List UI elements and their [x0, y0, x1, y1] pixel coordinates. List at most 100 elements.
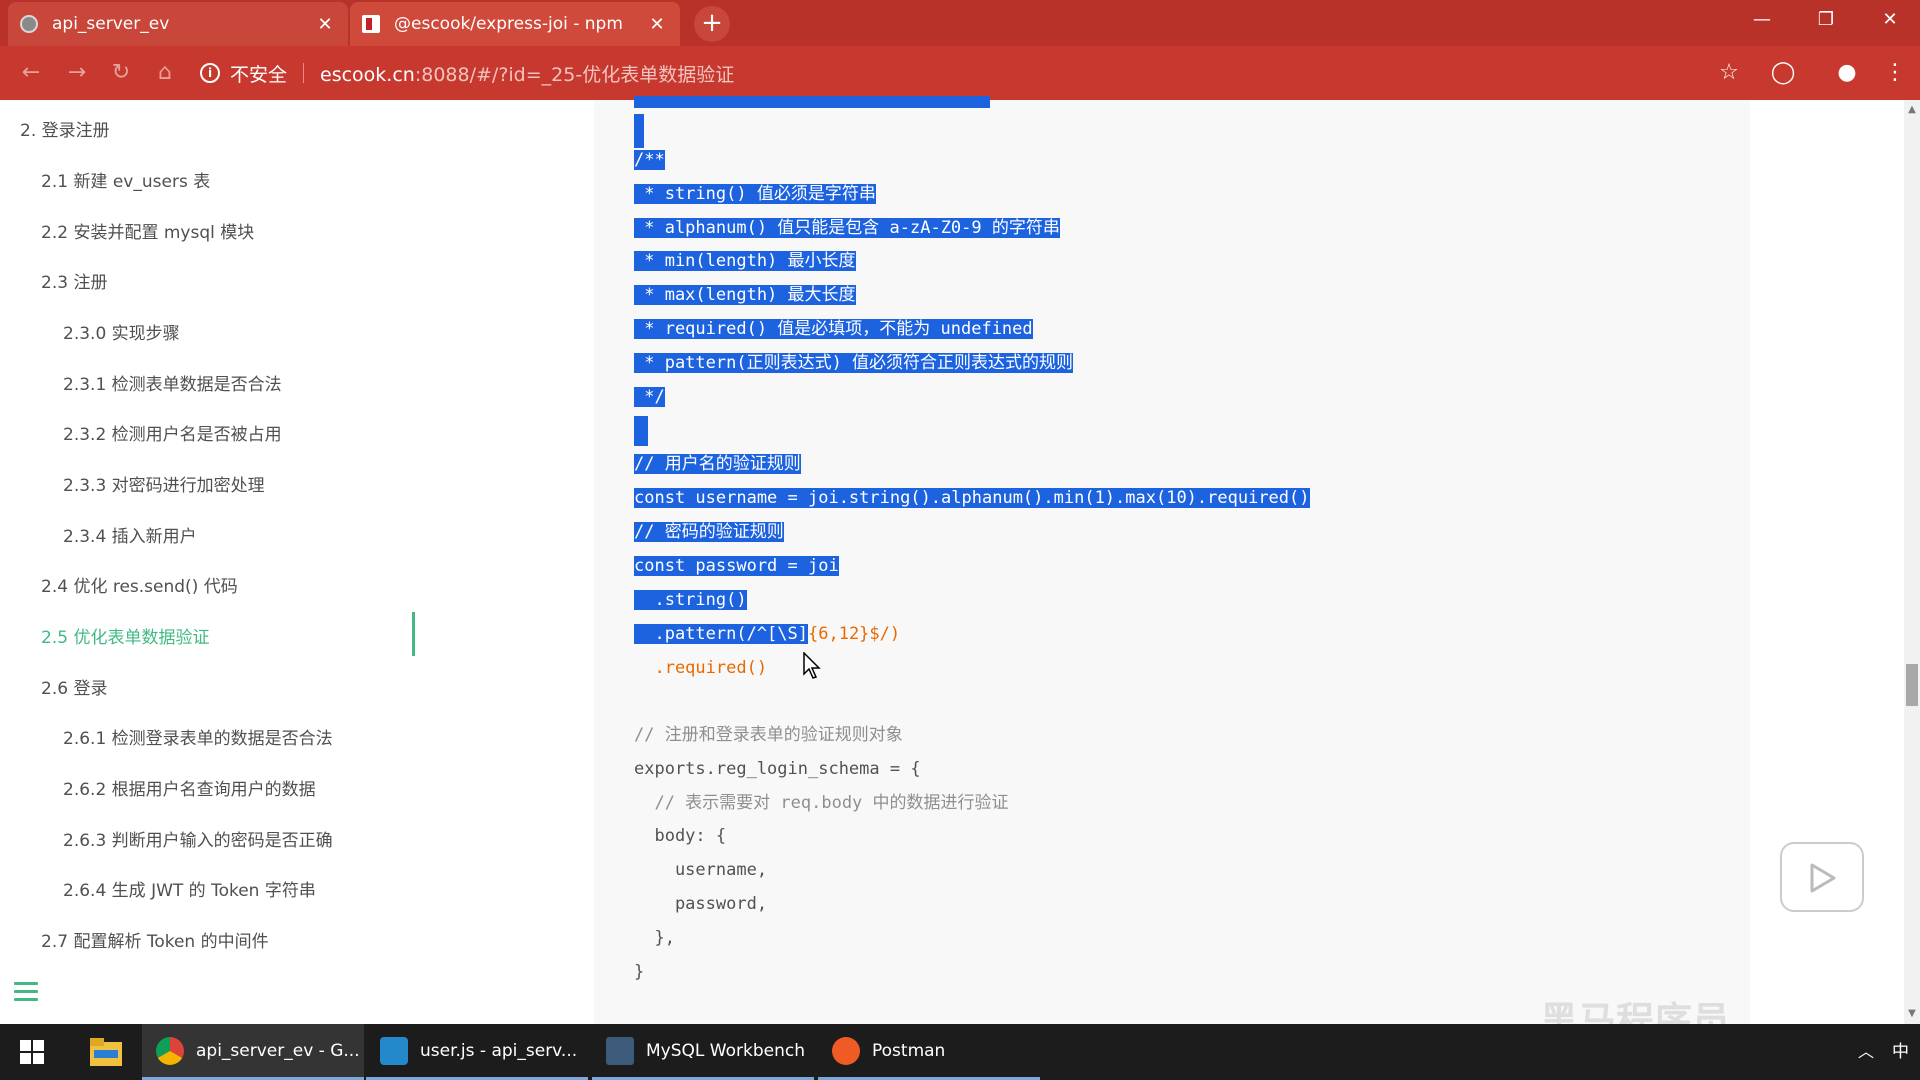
globe-icon [20, 15, 38, 33]
divider [303, 63, 305, 83]
video-play-button[interactable] [1780, 842, 1864, 912]
forward-icon[interactable]: → [62, 58, 92, 88]
restore-icon[interactable]: ❐ [1798, 0, 1854, 40]
code-line: // 注册和登录表单的验证规则对象 [634, 725, 903, 745]
toc-item[interactable]: 2.3.2 检测用户名是否被占用 [63, 420, 282, 445]
scroll-down-icon[interactable]: ▼ [1904, 1006, 1920, 1022]
browser-tab-bar: api_server_ev ✕ @escook/express-joi - np… [0, 0, 1920, 46]
info-icon[interactable]: i [200, 63, 220, 83]
security-label[interactable]: 不安全 [230, 60, 287, 87]
selection-fragment [634, 96, 990, 108]
windows-start-icon[interactable] [20, 1040, 44, 1064]
toc-item[interactable]: 2.3.3 对密码进行加密处理 [63, 471, 265, 496]
code-line: username, [634, 860, 768, 880]
play-icon [1810, 863, 1836, 893]
code-line: } [634, 962, 645, 982]
code-line: * max(length) 最大长度 [634, 285, 856, 305]
code-line: const password = joi [634, 556, 839, 576]
toc-item[interactable]: 2.1 新建 ev_users 表 [41, 167, 210, 192]
code-line: * string() 值必须是字符串 [634, 184, 876, 204]
taskbar-app-postman[interactable]: Postman [818, 1024, 1040, 1080]
npm-icon [362, 15, 380, 33]
url-host: escook.cn [320, 63, 415, 86]
extension-icon[interactable]: ◯ [1768, 58, 1798, 88]
postman-icon [832, 1036, 860, 1065]
code-line: // 用户名的验证规则 [634, 454, 801, 474]
taskbar-app-label: MySQL Workbench [646, 1040, 805, 1061]
code-line: // 表示需要对 req.body 中的数据进行验证 [634, 793, 1009, 813]
code-line: .pattern(/^[\S] [634, 624, 808, 644]
scroll-up-icon[interactable]: ▲ [1904, 102, 1920, 118]
chrome-icon [156, 1036, 184, 1065]
url-text[interactable]: escook.cn:8088/#/?id=_25-优化表单数据验证 [320, 60, 734, 87]
toc-item[interactable]: 2.6.1 检测登录表单的数据是否合法 [63, 724, 333, 749]
code-line: /** [634, 150, 665, 170]
url-path: :8088/#/?id=_25-优化表单数据验证 [414, 63, 735, 86]
toc-active-indicator [412, 612, 415, 656]
tab-title: api_server_ev [52, 14, 170, 34]
vscode-icon [380, 1036, 408, 1065]
code-line: * pattern(正则表达式) 值必须符合正则表达式的规则 [634, 353, 1074, 373]
new-tab-button[interactable]: + [694, 6, 730, 42]
code-line: .string() [634, 590, 747, 610]
window-close-icon[interactable]: ✕ [1862, 0, 1918, 40]
code-line: }, [634, 928, 675, 948]
toc-item[interactable]: 2.6.3 判断用户输入的密码是否正确 [63, 826, 333, 851]
toc-item[interactable]: 2.6.2 根据用户名查询用户的数据 [63, 775, 316, 800]
code-line: exports.reg_login_schema = { [634, 759, 921, 779]
code-fragment: {6,12}$/) [808, 624, 901, 644]
code-line: // 密码的验证规则 [634, 522, 784, 542]
code-line: * alphanum() 值只能是包含 a-zA-Z0-9 的字符串 [634, 218, 1060, 238]
menu-kebab-icon[interactable]: ⋮ [1880, 58, 1910, 88]
taskbar-app-label: Postman [872, 1040, 946, 1061]
toc-item[interactable]: 2.3.4 插入新用户 [63, 522, 197, 547]
taskbar-app-chrome[interactable]: api_server_ev - G... [142, 1024, 364, 1080]
code-line: body: { [634, 826, 727, 846]
tray-chevron-icon[interactable]: ︿ [1858, 1024, 1874, 1080]
ime-indicator[interactable]: 中 [1892, 1024, 1909, 1080]
windows-taskbar: api_server_ev - G... user.js - api_serv.… [0, 1024, 1920, 1080]
toc-item[interactable]: 2.3 注册 [41, 268, 107, 293]
toc-item[interactable]: 2.7 配置解析 Token 的中间件 [41, 927, 269, 952]
code-line: const username = joi.string().alphanum()… [634, 488, 1310, 508]
taskbar-app-label: user.js - api_serv... [420, 1040, 578, 1061]
bookmark-star-icon[interactable]: ☆ [1714, 58, 1744, 88]
code-line: * required() 值是必填项，不能为 undefined [634, 319, 1033, 339]
back-icon[interactable]: ← [16, 58, 46, 88]
taskbar-app-mysql-workbench[interactable]: MySQL Workbench [592, 1024, 814, 1080]
selection-fragment [634, 114, 644, 148]
code-line: */ [634, 387, 665, 407]
taskbar-app-vscode[interactable]: user.js - api_serv... [366, 1024, 588, 1080]
toc-item[interactable]: 2.3.0 实现步骤 [63, 319, 180, 344]
close-tab-icon[interactable]: ✕ [646, 14, 668, 35]
toc-item[interactable]: 2.3.1 检测表单数据是否合法 [63, 370, 282, 395]
toc-item[interactable]: 2.6 登录 [41, 674, 107, 699]
taskbar-app-label: api_server_ev - G... [196, 1040, 360, 1061]
selection-fragment [634, 416, 648, 446]
minimize-icon[interactable]: — [1734, 0, 1790, 40]
toc-item[interactable]: 2.4 优化 res.send() 代码 [41, 572, 238, 597]
toc-item[interactable]: 2.2 安装并配置 mysql 模块 [41, 218, 254, 243]
scrollbar-thumb[interactable] [1906, 664, 1918, 706]
address-bar[interactable]: i 不安全 escook.cn:8088/#/?id=_25-优化表单数据验证 [200, 54, 1800, 92]
close-tab-icon[interactable]: ✕ [314, 14, 336, 35]
toc-item[interactable]: 2.6.4 生成 JWT 的 Token 字符串 [63, 876, 316, 901]
toc-item[interactable]: 2. 登录注册 [20, 116, 110, 141]
home-icon[interactable]: ⌂ [150, 58, 180, 88]
file-explorer-icon[interactable] [90, 1038, 122, 1066]
code-line: password, [634, 894, 768, 914]
toc-item-active[interactable]: 2.5 优化表单数据验证 [41, 623, 209, 648]
tab-title: @escook/express-joi - npm [394, 14, 623, 34]
code-line: * min(length) 最小长度 [634, 251, 856, 271]
profile-avatar-icon[interactable]: ● [1832, 58, 1862, 88]
tab-api-server-ev[interactable]: api_server_ev ✕ [8, 2, 348, 46]
tab-express-joi-npm[interactable]: @escook/express-joi - npm ✕ [350, 2, 680, 46]
code-line: .required() [634, 658, 768, 678]
scrollbar[interactable] [1904, 100, 1920, 1024]
reload-icon[interactable]: ↻ [106, 58, 136, 88]
mouse-cursor-icon [803, 652, 821, 679]
address-toolbar: ← → ↻ ⌂ i 不安全 escook.cn:8088/#/?id=_25-优… [0, 46, 1920, 100]
toc-sidebar: 2. 登录注册 2.1 新建 ev_users 表 2.2 安装并配置 mysq… [0, 100, 594, 1024]
hamburger-menu-icon[interactable] [14, 982, 38, 1002]
mysql-workbench-icon [606, 1036, 634, 1065]
